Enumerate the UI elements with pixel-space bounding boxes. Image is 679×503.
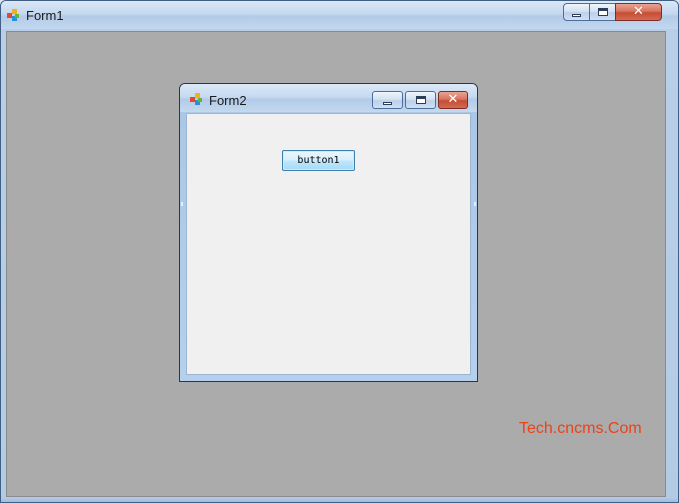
form1-title: Form1 <box>26 8 64 23</box>
form2-close-button[interactable]: ✕ <box>438 91 468 109</box>
button1[interactable]: button1 <box>282 150 355 171</box>
close-icon: ✕ <box>447 92 459 107</box>
form1-titlebar[interactable]: Form1 ✕ <box>1 1 678 29</box>
minimize-icon <box>383 101 392 105</box>
windows-form-icon <box>190 93 203 106</box>
form2-titlebar[interactable]: Form2 ✕ <box>180 84 477 112</box>
form2-title: Form2 <box>209 93 247 108</box>
form2-left-border-grip <box>181 202 183 206</box>
form2-maximize-button[interactable] <box>405 91 436 109</box>
form2-client-area: button1 <box>186 113 471 375</box>
form2-right-border-grip <box>474 202 476 206</box>
form1-close-button[interactable]: ✕ <box>615 3 662 21</box>
watermark-text: Tech.cncms.Com <box>519 420 642 437</box>
form1-maximize-button[interactable] <box>589 3 616 21</box>
maximize-icon <box>597 8 608 16</box>
maximize-icon <box>415 96 426 104</box>
form2-caption-buttons: ✕ <box>372 91 470 109</box>
form2-minimize-button[interactable] <box>372 91 403 109</box>
form1-caption-buttons: ✕ <box>563 3 667 21</box>
form1-bottom-border <box>1 497 678 502</box>
form2-window: Form2 ✕ button1 <box>179 83 478 382</box>
windows-form-icon <box>7 9 20 22</box>
form1-minimize-button[interactable] <box>563 3 590 21</box>
minimize-icon <box>572 13 581 17</box>
close-icon: ✕ <box>633 4 644 19</box>
